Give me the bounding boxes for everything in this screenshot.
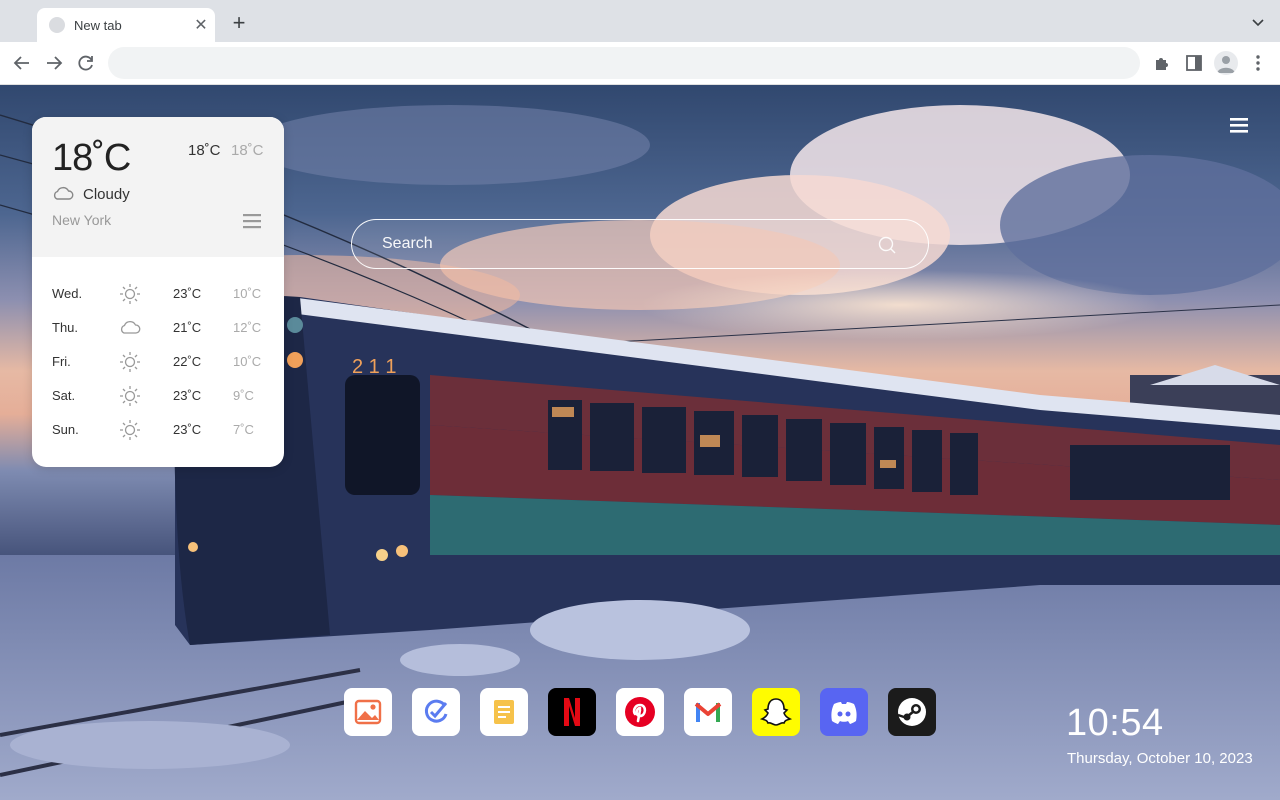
back-arrow-icon[interactable] bbox=[11, 52, 33, 74]
forecast-row: Wed. 23˚C 10˚C bbox=[32, 277, 284, 311]
tab-title: New tab bbox=[74, 17, 122, 33]
current-temperature: 18˚C bbox=[52, 137, 131, 179]
forecast-low: 7˚C bbox=[233, 422, 254, 437]
forecast-low: 10˚C bbox=[233, 354, 262, 369]
forecast-day: Sat. bbox=[52, 388, 76, 403]
profile-avatar[interactable] bbox=[1214, 51, 1238, 75]
discord-icon bbox=[831, 702, 857, 724]
hamburger-menu-icon bbox=[1230, 118, 1248, 133]
forward-arrow-icon[interactable] bbox=[43, 52, 65, 74]
check-circle-icon bbox=[424, 699, 448, 723]
weather-current: 18˚C 18˚C 18˚C Cloudy New York bbox=[32, 117, 284, 257]
snapchat-icon bbox=[759, 698, 793, 726]
clock-time: 10:54 bbox=[1066, 702, 1164, 744]
pinterest-icon bbox=[625, 697, 655, 727]
image-icon bbox=[354, 699, 382, 725]
dock-tasks[interactable] bbox=[412, 688, 460, 736]
forecast-high: 23˚C bbox=[173, 388, 202, 403]
dock-gmail[interactable] bbox=[684, 688, 732, 736]
side-panel-icon[interactable] bbox=[1183, 52, 1205, 74]
forecast-high: 23˚C bbox=[173, 286, 202, 301]
svg-text:2 1 1: 2 1 1 bbox=[352, 356, 396, 378]
new-tab-button[interactable]: + bbox=[228, 12, 250, 34]
dock-pinterest[interactable] bbox=[616, 688, 664, 736]
forecast-high: 21˚C bbox=[173, 320, 202, 335]
person-icon bbox=[1217, 56, 1235, 73]
steam-icon bbox=[897, 698, 926, 726]
dock-snapchat[interactable] bbox=[752, 688, 800, 736]
search-box bbox=[351, 219, 929, 269]
search-input[interactable] bbox=[382, 220, 862, 267]
sun-icon bbox=[120, 352, 140, 372]
forecast-high: 23˚C bbox=[173, 422, 202, 437]
kebab-menu-icon[interactable] bbox=[1247, 52, 1269, 74]
forecast-day: Wed. bbox=[52, 286, 83, 301]
tab-favicon-icon bbox=[49, 17, 65, 33]
forecast-low: 9˚C bbox=[233, 388, 254, 403]
forecast-day: Fri. bbox=[52, 354, 71, 369]
cloud-icon bbox=[53, 186, 74, 200]
forecast-day: Thu. bbox=[52, 320, 79, 335]
forecast-low: 10˚C bbox=[233, 286, 262, 301]
weather-city: New York bbox=[52, 212, 112, 228]
forecast-row: Sat. 23˚C 9˚C bbox=[32, 379, 284, 413]
today-high: 18˚C bbox=[188, 142, 221, 159]
tab-close-icon[interactable]: ✕ bbox=[187, 15, 215, 35]
forecast-day: Sun. bbox=[52, 422, 79, 437]
dock-discord[interactable] bbox=[820, 688, 868, 736]
forecast-row: Thu. 21˚C 12˚C bbox=[32, 311, 284, 345]
cloud-icon bbox=[120, 321, 141, 334]
clock-date: Thursday, October 10, 2023 bbox=[1067, 750, 1253, 767]
tab-strip: New tab ✕ + bbox=[0, 0, 1280, 42]
forecast-low: 12˚C bbox=[233, 320, 262, 335]
sun-icon bbox=[120, 420, 140, 440]
extensions-puzzle-icon[interactable] bbox=[1151, 52, 1173, 74]
dock-photos[interactable] bbox=[344, 688, 392, 736]
dock-steam[interactable] bbox=[888, 688, 936, 736]
chevron-down-icon[interactable] bbox=[1250, 14, 1266, 30]
page-menu-button[interactable] bbox=[1229, 116, 1249, 134]
sun-icon bbox=[120, 284, 140, 304]
search-icon[interactable] bbox=[877, 235, 897, 255]
browser-toolbar bbox=[0, 42, 1280, 85]
today-low: 18˚C bbox=[231, 142, 264, 159]
forecast-row: Fri. 22˚C 10˚C bbox=[32, 345, 284, 379]
weather-widget: 18˚C 18˚C 18˚C Cloudy New York Wed. 23˚C… bbox=[32, 117, 284, 467]
forecast-row: Sun. 23˚C 7˚C bbox=[32, 413, 284, 447]
weather-condition: Cloudy bbox=[83, 186, 130, 203]
reload-icon[interactable] bbox=[75, 52, 97, 74]
tab-new-tab[interactable]: New tab ✕ bbox=[37, 8, 215, 42]
address-bar[interactable] bbox=[108, 47, 1140, 79]
weather-menu-icon[interactable] bbox=[243, 213, 261, 229]
netflix-icon bbox=[564, 698, 580, 726]
gmail-icon bbox=[694, 702, 722, 722]
forecast-high: 22˚C bbox=[173, 354, 202, 369]
sun-icon bbox=[120, 386, 140, 406]
dock-netflix[interactable] bbox=[548, 688, 596, 736]
note-icon bbox=[494, 700, 514, 724]
dock-notes[interactable] bbox=[480, 688, 528, 736]
